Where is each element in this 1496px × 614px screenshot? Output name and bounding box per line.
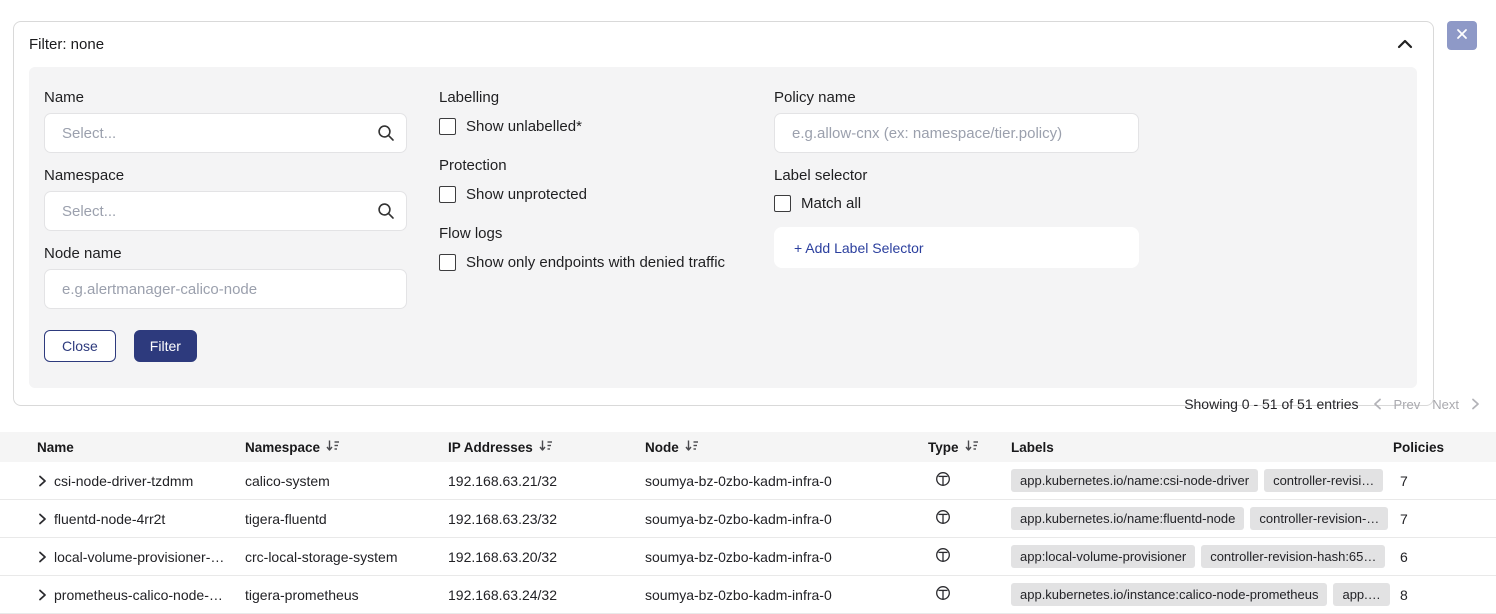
sort-icon[interactable] bbox=[326, 439, 340, 455]
endpoint-namespace: tigera-fluentd bbox=[245, 511, 448, 527]
search-icon bbox=[377, 124, 395, 147]
entries-summary: Showing 0 - 51 of 51 entries bbox=[1184, 396, 1358, 412]
show-unlabelled-checkbox[interactable] bbox=[439, 118, 456, 135]
column-header-name: Name bbox=[0, 440, 245, 455]
panel-close-button[interactable] bbox=[1447, 21, 1477, 50]
match-all-label: Match all bbox=[801, 195, 861, 212]
protection-heading: Protection bbox=[439, 157, 742, 174]
close-button[interactable]: Close bbox=[44, 330, 116, 362]
endpoint-name: csi-node-driver-tzdmm bbox=[54, 473, 193, 489]
endpoint-namespace: calico-system bbox=[245, 473, 448, 489]
namespace-field-label: Namespace bbox=[44, 167, 407, 184]
filter-column-right: Policy name Label selector Match all + A… bbox=[774, 89, 1139, 362]
endpoint-name: prometheus-calico-node-… bbox=[54, 587, 223, 603]
table-row: local-volume-provisioner-… crc-local-sto… bbox=[0, 538, 1496, 576]
column-header-type[interactable]: Type bbox=[928, 439, 1005, 455]
endpoint-ip: 192.168.63.24/32 bbox=[448, 587, 645, 603]
chevron-left-icon[interactable] bbox=[1373, 398, 1382, 410]
sort-icon[interactable] bbox=[685, 439, 699, 455]
policy-name-field-label: Policy name bbox=[774, 89, 1139, 106]
flow-logs-heading: Flow logs bbox=[439, 225, 742, 242]
collapse-panel-button[interactable] bbox=[1393, 35, 1417, 54]
show-unprotected-label: Show unprotected bbox=[466, 186, 587, 203]
prev-page-link[interactable]: Prev bbox=[1394, 397, 1421, 412]
denied-traffic-label: Show only endpoints with denied traffic bbox=[466, 254, 725, 271]
next-page-link[interactable]: Next bbox=[1432, 397, 1459, 412]
label-selector-heading: Label selector bbox=[774, 167, 1139, 184]
name-field-label: Name bbox=[44, 89, 407, 106]
namespace-select-input[interactable] bbox=[44, 191, 407, 231]
endpoint-ip: 192.168.63.20/32 bbox=[448, 549, 645, 565]
label-chip: app:local-volume-provisioner bbox=[1011, 545, 1195, 568]
endpoint-ip: 192.168.63.23/32 bbox=[448, 511, 645, 527]
labelling-heading: Labelling bbox=[439, 89, 742, 106]
filter-column-left: Name Namespace Node name Close Filt bbox=[44, 89, 407, 362]
label-chip: app.kubernetes.io/name:fluentd-node bbox=[1011, 507, 1244, 530]
label-chip: controller-revision-… bbox=[1250, 507, 1388, 530]
chevron-right-icon[interactable] bbox=[1471, 398, 1480, 410]
policies-count: 7 bbox=[1393, 511, 1496, 527]
table-row: csi-node-driver-tzdmm calico-system 192.… bbox=[0, 462, 1496, 500]
filter-panel: Filter: none Name Namespace bbox=[13, 21, 1434, 406]
table-row: prometheus-calico-node-… tigera-promethe… bbox=[0, 576, 1496, 614]
column-header-node[interactable]: Node bbox=[645, 439, 928, 455]
table-row: fluentd-node-4rr2t tigera-fluentd 192.16… bbox=[0, 500, 1496, 538]
endpoint-node: soumya-bz-0zbo-kadm-infra-0 bbox=[645, 587, 928, 603]
policies-count: 7 bbox=[1393, 473, 1496, 489]
filter-form: Name Namespace Node name Close Filt bbox=[29, 67, 1417, 388]
endpoint-namespace: crc-local-storage-system bbox=[245, 549, 448, 565]
show-unlabelled-label: Show unlabelled* bbox=[466, 118, 582, 135]
workload-endpoint-icon bbox=[935, 471, 951, 490]
column-header-labels: Labels bbox=[1005, 440, 1393, 455]
workload-endpoint-icon bbox=[935, 547, 951, 566]
filter-panel-title: Filter: none bbox=[29, 36, 104, 53]
label-chip: controller-revision-hash:65… bbox=[1201, 545, 1385, 568]
filter-panel-header: Filter: none bbox=[29, 35, 1417, 54]
column-header-namespace[interactable]: Namespace bbox=[245, 439, 448, 455]
workload-endpoint-icon bbox=[935, 509, 951, 528]
endpoints-table: Name Namespace IP Addresses Node Type La… bbox=[0, 432, 1496, 614]
sort-icon[interactable] bbox=[539, 439, 553, 455]
expand-row-icon[interactable] bbox=[38, 513, 47, 525]
endpoint-node: soumya-bz-0zbo-kadm-infra-0 bbox=[645, 511, 928, 527]
policy-name-input[interactable] bbox=[774, 113, 1139, 153]
policies-count: 6 bbox=[1393, 549, 1496, 565]
workload-endpoint-icon bbox=[935, 585, 951, 604]
endpoint-namespace: tigera-prometheus bbox=[245, 587, 448, 603]
filter-column-middle: Labelling Show unlabelled* Protection Sh… bbox=[439, 89, 742, 362]
match-all-checkbox[interactable] bbox=[774, 195, 791, 212]
endpoint-node: soumya-bz-0zbo-kadm-infra-0 bbox=[645, 473, 928, 489]
chevron-up-icon bbox=[1397, 37, 1413, 52]
search-icon bbox=[377, 202, 395, 225]
pagination-bar: Showing 0 - 51 of 51 entries Prev Next bbox=[1184, 396, 1480, 412]
endpoint-node: soumya-bz-0zbo-kadm-infra-0 bbox=[645, 549, 928, 565]
column-header-ip-addresses[interactable]: IP Addresses bbox=[448, 439, 645, 455]
add-label-selector-button[interactable]: + Add Label Selector bbox=[774, 227, 1139, 268]
denied-traffic-checkbox[interactable] bbox=[439, 254, 456, 271]
node-name-field-label: Node name bbox=[44, 245, 407, 262]
endpoint-name: fluentd-node-4rr2t bbox=[54, 511, 165, 527]
policies-count: 8 bbox=[1393, 587, 1496, 603]
node-name-input[interactable] bbox=[44, 269, 407, 309]
endpoint-name: local-volume-provisioner-… bbox=[54, 549, 224, 565]
table-header-row: Name Namespace IP Addresses Node Type La… bbox=[0, 432, 1496, 462]
label-chip: app.kubernetes.io/name:csi-node-driver bbox=[1011, 469, 1258, 492]
expand-row-icon[interactable] bbox=[38, 589, 47, 601]
show-unprotected-checkbox[interactable] bbox=[439, 186, 456, 203]
label-chip: controller-revisi… bbox=[1264, 469, 1383, 492]
column-header-policies: Policies bbox=[1393, 440, 1496, 455]
filter-button[interactable]: Filter bbox=[134, 330, 197, 362]
sort-icon[interactable] bbox=[965, 439, 979, 455]
expand-row-icon[interactable] bbox=[38, 475, 47, 487]
name-select-input[interactable] bbox=[44, 113, 407, 153]
close-icon bbox=[1456, 28, 1468, 43]
endpoint-ip: 192.168.63.21/32 bbox=[448, 473, 645, 489]
expand-row-icon[interactable] bbox=[38, 551, 47, 563]
